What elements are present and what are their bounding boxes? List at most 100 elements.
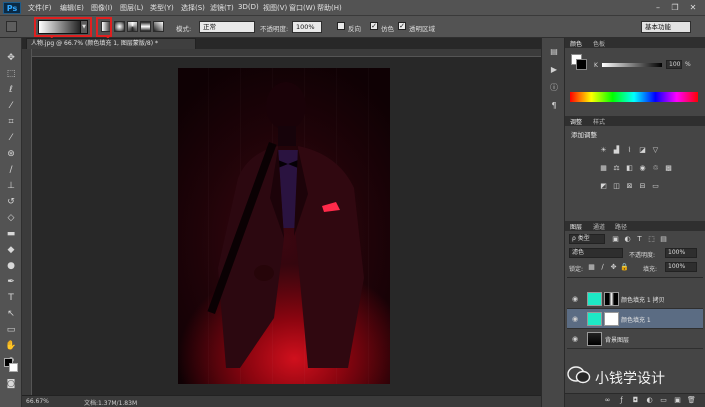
blend-mode-select[interactable]: 滤色 bbox=[569, 248, 623, 258]
color-spectrum-bar[interactable] bbox=[570, 92, 698, 102]
color-balance-icon[interactable]: ⚖ bbox=[612, 164, 621, 173]
minimize-button[interactable]: – bbox=[651, 2, 665, 13]
reverse-checkbox[interactable] bbox=[337, 22, 345, 30]
k-value-field[interactable]: 100 bbox=[666, 60, 682, 69]
tab-swatches[interactable]: 色板 bbox=[593, 39, 605, 48]
folder-icon[interactable]: ▭ bbox=[659, 396, 668, 405]
eye-icon[interactable]: ◉ bbox=[571, 335, 579, 343]
menu-3d[interactable]: 3D(D) bbox=[238, 3, 259, 11]
eraser-tool-icon[interactable]: ◇ bbox=[4, 212, 18, 224]
tab-adjustments[interactable]: 调整 bbox=[570, 117, 582, 126]
filter-adjust-icon[interactable]: ◐ bbox=[623, 235, 632, 244]
fx-icon[interactable]: ƒ bbox=[617, 396, 626, 405]
menu-image[interactable]: 图像(I) bbox=[91, 3, 113, 13]
selective-color-icon[interactable]: ⊟ bbox=[638, 182, 647, 191]
paragraph-panel-icon[interactable]: ¶ bbox=[548, 100, 560, 112]
hue-saturation-icon[interactable]: ▦ bbox=[599, 164, 608, 173]
photo-filter-icon[interactable]: ◉ bbox=[638, 164, 647, 173]
background-color-swatch[interactable] bbox=[9, 363, 18, 372]
trash-icon[interactable]: 🗑 bbox=[687, 396, 696, 405]
tool-preset-icon[interactable] bbox=[6, 21, 17, 32]
invert-icon[interactable]: ◩ bbox=[599, 182, 608, 191]
quick-mask-icon[interactable]: ◙ bbox=[4, 378, 18, 390]
lock-position-icon[interactable]: ✥ bbox=[609, 263, 618, 272]
lock-pixels-icon[interactable]: ∕ bbox=[598, 263, 607, 272]
restore-button[interactable]: ❐ bbox=[668, 2, 682, 13]
close-button[interactable]: ✕ bbox=[686, 2, 700, 13]
diamond-gradient-icon[interactable] bbox=[153, 21, 164, 32]
tab-color[interactable]: 颜色 bbox=[570, 39, 582, 48]
shape-tool-icon[interactable]: ▭ bbox=[4, 324, 18, 336]
type-tool-icon[interactable]: T bbox=[4, 292, 18, 304]
radial-gradient-icon[interactable] bbox=[114, 21, 125, 32]
levels-icon[interactable]: ▟ bbox=[612, 146, 621, 155]
mode-select[interactable]: 正常 bbox=[199, 21, 255, 33]
dodge-tool-icon[interactable]: ● bbox=[4, 260, 18, 272]
quick-select-tool-icon[interactable]: ⁄ bbox=[4, 100, 18, 112]
threshold-icon[interactable]: ⊠ bbox=[625, 182, 634, 191]
fill-field[interactable]: 100% bbox=[665, 262, 697, 272]
filter-pixel-icon[interactable]: ▣ bbox=[611, 235, 620, 244]
canvas-image[interactable] bbox=[178, 68, 390, 384]
gradient-tool-icon[interactable]: ▬ bbox=[4, 228, 18, 240]
menu-type[interactable]: 类型(Y) bbox=[150, 3, 174, 13]
eyedropper-tool-icon[interactable]: ⁄ bbox=[4, 132, 18, 144]
menu-edit[interactable]: 编辑(E) bbox=[60, 3, 84, 13]
tab-channels[interactable]: 通道 bbox=[593, 222, 605, 231]
workspace-select[interactable]: 基本功能 bbox=[641, 21, 691, 33]
layer-opacity-field[interactable]: 100% bbox=[665, 248, 697, 258]
angle-gradient-icon[interactable] bbox=[127, 21, 138, 32]
path-select-icon[interactable]: ↖ bbox=[4, 308, 18, 320]
history-brush-icon[interactable]: ↺ bbox=[4, 196, 18, 208]
history-panel-icon[interactable]: ▤ bbox=[548, 46, 560, 58]
lock-all-icon[interactable]: 🔒 bbox=[620, 263, 629, 272]
transparency-checkbox[interactable]: ✓ bbox=[398, 22, 406, 30]
dither-checkbox[interactable]: ✓ bbox=[370, 22, 378, 30]
link-icon[interactable]: ∞ bbox=[603, 396, 612, 405]
lasso-tool-icon[interactable]: ℓ bbox=[4, 84, 18, 96]
color-lookup-icon[interactable]: ▩ bbox=[664, 164, 673, 173]
actions-panel-icon[interactable]: ▶ bbox=[548, 64, 560, 76]
mask-icon[interactable]: ◘ bbox=[631, 396, 640, 405]
filter-smart-icon[interactable]: ▤ bbox=[659, 235, 668, 244]
exposure-icon[interactable]: ◪ bbox=[638, 146, 647, 155]
gradient-map-icon[interactable]: ▭ bbox=[651, 182, 660, 191]
layer-row[interactable]: ◉ 背景图层 bbox=[567, 329, 703, 349]
menu-filter[interactable]: 滤镜(T) bbox=[210, 3, 234, 13]
layer-filter-select[interactable]: ρ 类型 bbox=[569, 234, 605, 244]
blur-tool-icon[interactable]: ◆ bbox=[4, 244, 18, 256]
color-bg-swatch[interactable] bbox=[576, 59, 587, 70]
move-tool-icon[interactable]: ✥ bbox=[4, 52, 18, 64]
healing-tool-icon[interactable]: ⊛ bbox=[4, 148, 18, 160]
tab-layers[interactable]: 图层 bbox=[570, 222, 582, 231]
k-slider-track[interactable] bbox=[602, 63, 662, 67]
eye-icon[interactable]: ◉ bbox=[571, 295, 579, 303]
adjustment-layer-icon[interactable]: ◐ bbox=[645, 396, 654, 405]
black-white-icon[interactable]: ◧ bbox=[625, 164, 634, 173]
menu-layer[interactable]: 图层(L) bbox=[120, 3, 143, 13]
reflected-gradient-icon[interactable] bbox=[140, 21, 151, 32]
menu-window[interactable]: 窗口(W) bbox=[289, 3, 315, 13]
stamp-tool-icon[interactable]: ⊥ bbox=[4, 180, 18, 192]
zoom-readout[interactable]: 66.67% bbox=[26, 398, 49, 405]
tab-styles[interactable]: 样式 bbox=[593, 117, 605, 126]
new-layer-icon[interactable]: ▣ bbox=[673, 396, 682, 405]
brightness-icon[interactable]: ☀ bbox=[599, 146, 608, 155]
menu-help[interactable]: 帮助(H) bbox=[317, 3, 342, 13]
layer-row[interactable]: ◉ 颜色填充 1 bbox=[567, 309, 703, 329]
crop-tool-icon[interactable]: ⌗ bbox=[4, 116, 18, 128]
hand-tool-icon[interactable]: ✋ bbox=[4, 340, 18, 352]
filter-type-icon[interactable]: T bbox=[635, 235, 644, 244]
pen-tool-icon[interactable]: ✒ bbox=[4, 276, 18, 288]
brush-tool-icon[interactable]: ∕ bbox=[4, 164, 18, 176]
layer-row[interactable]: ◉ 颜色填充 1 拷贝 bbox=[567, 289, 703, 309]
menu-select[interactable]: 选择(S) bbox=[181, 3, 205, 13]
posterize-icon[interactable]: ◫ bbox=[612, 182, 621, 191]
vibrance-icon[interactable]: ▽ bbox=[651, 146, 660, 155]
filter-shape-icon[interactable]: ⬚ bbox=[647, 235, 656, 244]
channel-mixer-icon[interactable]: ♲ bbox=[651, 164, 660, 173]
opacity-field[interactable]: 100% bbox=[292, 21, 322, 33]
marquee-tool-icon[interactable]: ⬚ bbox=[4, 68, 18, 80]
eye-icon[interactable]: ◉ bbox=[571, 315, 579, 323]
properties-panel-icon[interactable]: ⓘ bbox=[548, 82, 560, 94]
